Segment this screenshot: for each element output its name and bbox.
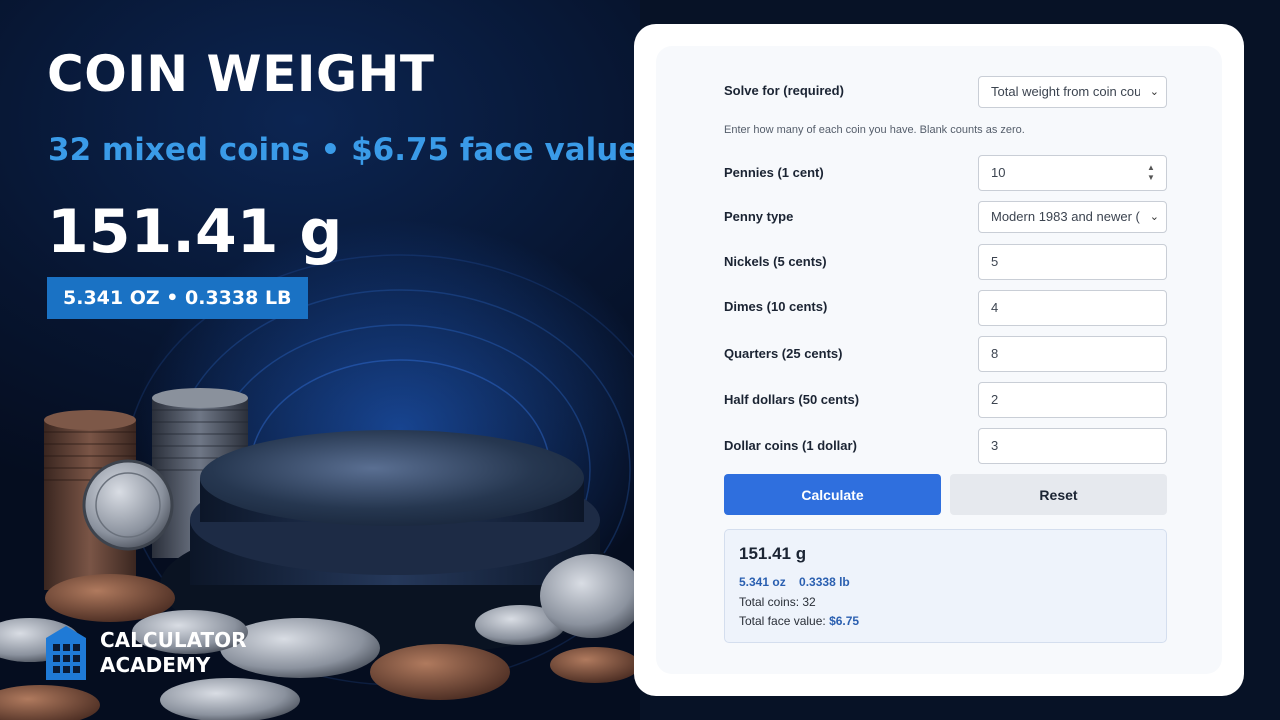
spin-arrows-icon[interactable]: ▲ ▼ (1146, 163, 1156, 183)
quarters-input[interactable]: 8 (978, 336, 1167, 372)
calculate-button[interactable]: Calculate (724, 474, 941, 515)
hero-title: COIN WEIGHT (47, 45, 435, 103)
chevron-down-icon: ⌄ (1149, 211, 1159, 223)
result-lb: 0.3338 lb (799, 575, 850, 589)
quarters-label: Quarters (25 cents) (724, 346, 843, 361)
dollar-coins-label: Dollar coins (1 dollar) (724, 438, 857, 453)
dimes-input[interactable]: 4 (978, 290, 1167, 326)
result-oz: 5.341 oz (739, 575, 786, 589)
half-dollars-input[interactable]: 2 (978, 382, 1167, 418)
penny-type-select[interactable]: Modern 1983 and newer (2.5 g) ⌄ (978, 201, 1167, 233)
brand-line-1: CALCULATOR (100, 628, 247, 652)
building-icon (46, 626, 86, 680)
brand-logo: CALCULATOR ACADEMY (46, 624, 247, 682)
pennies-label: Pennies (1 cent) (724, 165, 824, 180)
hero-subtitle: 32 mixed coins • $6.75 face value (48, 132, 640, 168)
hero-panel: COIN WEIGHT 32 mixed coins • $6.75 face … (0, 0, 640, 720)
result-total-coins: Total coins: 32 (739, 595, 816, 609)
solve-for-select[interactable]: Total weight from coin count ⌄ (978, 76, 1167, 108)
nickels-input[interactable]: 5 (978, 244, 1167, 280)
total-coins-label: Total coins: (739, 595, 803, 609)
solve-for-value: Total weight from coin count (991, 84, 1140, 99)
pennies-input[interactable]: 10 ▲ ▼ (978, 155, 1167, 191)
dollar-coins-input[interactable]: 3 (978, 428, 1167, 464)
pennies-value: 10 (991, 165, 1006, 180)
half-dollars-label: Half dollars (50 cents) (724, 392, 860, 407)
form-hint: Enter how many of each coin you have. Bl… (724, 124, 1025, 136)
hero-unit-badge: 5.341 OZ • 0.3338 LB (47, 277, 308, 319)
brand-name: CALCULATOR ACADEMY (100, 628, 247, 678)
brand-line-2: ACADEMY (100, 653, 211, 677)
nickels-label: Nickels (5 cents) (724, 254, 827, 269)
result-units: 5.341 oz 0.3338 lb (739, 575, 850, 589)
result-weight: 151.41 g (739, 544, 807, 563)
result-box: 151.41 g 5.341 oz 0.3338 lb Total coins:… (724, 529, 1167, 643)
dimes-label: Dimes (10 cents) (724, 299, 828, 314)
coin-scale-illustration (0, 388, 640, 720)
chevron-down-icon: ⌄ (1149, 86, 1159, 98)
solve-for-label: Solve for (required) (724, 83, 844, 98)
penny-type-label: Penny type (724, 209, 794, 224)
face-value-amount: $6.75 (829, 614, 860, 628)
reset-button[interactable]: Reset (950, 474, 1167, 515)
hero-result-weight: 151.41 g (47, 197, 343, 267)
total-coins-value: 32 (802, 595, 816, 609)
face-value-label: Total face value: (739, 614, 830, 628)
result-face-value: Total face value: $6.75 (739, 614, 859, 628)
penny-type-value: Modern 1983 and newer (2.5 g) (991, 209, 1140, 224)
